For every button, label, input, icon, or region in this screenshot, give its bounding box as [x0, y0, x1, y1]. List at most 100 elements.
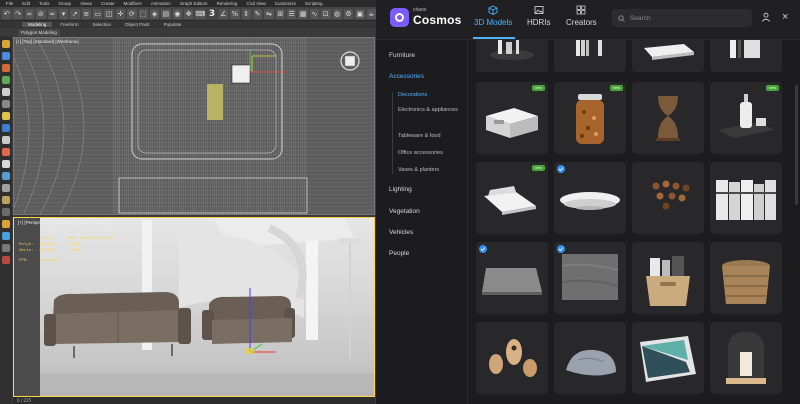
asset-card-hourglass[interactable]	[632, 82, 704, 154]
select-by-name-icon[interactable]: ≡	[81, 8, 91, 19]
schematic-icon[interactable]: ⊡	[321, 8, 331, 19]
redo-icon[interactable]: ↷	[13, 8, 23, 19]
close-icon[interactable]: ×	[782, 12, 788, 23]
asset-card-book-stack[interactable]	[632, 40, 704, 72]
asset-card-bean-bag[interactable]	[554, 322, 626, 394]
menu-create[interactable]: Create	[101, 1, 115, 6]
spinner-snap-icon[interactable]: ⇕	[241, 8, 251, 19]
chaos-cosmos-icon[interactable]	[2, 232, 10, 240]
menu-scripting[interactable]: Scripting	[305, 1, 323, 6]
named-sets-icon[interactable]: ✎	[252, 8, 263, 19]
sidebar-item-furniture[interactable]: Furniture	[389, 52, 415, 59]
curve-editor-icon[interactable]: ∿	[309, 8, 320, 19]
render-setup-icon[interactable]: ⚙	[343, 8, 354, 19]
undo-icon[interactable]: ↶	[2, 8, 12, 19]
sidebar-subitem-electronics[interactable]: Electronics & appliances	[398, 107, 466, 114]
sidebar-subitem-tableware[interactable]: Tableware & food	[398, 133, 466, 140]
shape-icon[interactable]	[2, 172, 10, 180]
light-icon[interactable]	[2, 112, 10, 120]
menu-modifiers[interactable]: Modifiers	[124, 1, 142, 6]
select-icon[interactable]: ➚	[70, 8, 80, 19]
menu-graph-editors[interactable]: Graph Editors	[180, 1, 208, 6]
menu-customize[interactable]: Customize	[275, 1, 296, 6]
sidebar-item-people[interactable]: People	[389, 250, 409, 257]
hierarchy-icon[interactable]	[2, 64, 10, 72]
asset-card-box-set[interactable]: new	[476, 82, 548, 154]
place-icon[interactable]: ◈	[149, 8, 160, 19]
material-editor-icon[interactable]: ◍	[332, 8, 342, 19]
menu-views[interactable]: Views	[80, 1, 92, 6]
pivot-icon[interactable]: ◉	[172, 8, 182, 19]
angle-snap-icon[interactable]: ∠	[218, 8, 229, 19]
helper-icon[interactable]	[2, 136, 10, 144]
asset-card-cushion[interactable]	[632, 322, 704, 394]
asset-card-candle-dome[interactable]	[710, 322, 782, 394]
asset-card-stone-slab[interactable]	[554, 242, 626, 314]
rotate-icon[interactable]: ⟳	[127, 8, 137, 19]
user-icon[interactable]	[761, 12, 771, 22]
search-box[interactable]	[612, 9, 752, 27]
particle-icon[interactable]	[2, 196, 10, 204]
ribbon-tab-freeform[interactable]: Freeform	[54, 22, 84, 27]
asset-card-white-plate[interactable]	[554, 162, 626, 234]
asset-card-wood-figures[interactable]	[476, 322, 548, 394]
asset-card-wicker-basket[interactable]	[710, 242, 782, 314]
ribbon-tab-object-paint[interactable]: Object Paint	[119, 22, 156, 27]
vray-icon[interactable]	[2, 220, 10, 228]
render-history-icon[interactable]	[2, 256, 10, 264]
scale-icon[interactable]: ⬚	[138, 8, 148, 19]
search-input[interactable]	[630, 14, 740, 22]
rect-select-icon[interactable]: ▭	[93, 8, 103, 19]
modify-icon[interactable]	[2, 52, 10, 60]
menu-group[interactable]: Group	[59, 1, 72, 6]
menu-civil-view[interactable]: Civil View	[246, 1, 265, 6]
menu-animation[interactable]: Animation	[151, 1, 171, 6]
snap-toggle-3d[interactable]: 3	[207, 9, 216, 19]
tab-3d-models[interactable]: 3D Models	[474, 5, 512, 27]
layer-icon[interactable]: ☰	[287, 8, 297, 19]
move-icon[interactable]: ✛	[115, 8, 126, 19]
ribbon-tab-selection[interactable]: Selection	[87, 22, 118, 27]
asset-card-wood-balls[interactable]	[632, 162, 704, 234]
menu-edit[interactable]: Edit	[22, 1, 30, 6]
utilities-icon[interactable]	[2, 100, 10, 108]
asset-card-glass-tray[interactable]	[476, 242, 548, 314]
perspective-viewport[interactable]: [+] [Perspective] [Standard] [Default Sh…	[13, 217, 375, 397]
selection-filter-icon[interactable]: ▾	[58, 8, 69, 19]
scene-converter-icon[interactable]	[2, 244, 10, 252]
camera-icon[interactable]	[2, 124, 10, 132]
keyboard-shortcut-icon[interactable]: ⌨	[195, 8, 205, 19]
asset-card-soap-tray[interactable]: new	[710, 82, 782, 154]
sidebar-subitem-office[interactable]: Office accessories	[398, 150, 466, 157]
align-icon[interactable]: ⊞	[275, 8, 285, 19]
ribbon-tab-populate[interactable]: Populate	[158, 22, 188, 27]
window-crossing-icon[interactable]: ◫	[104, 8, 114, 19]
asset-card-books-stand[interactable]	[554, 40, 626, 72]
top-viewport-label[interactable]: [+] [Top] [Standard] [Wireframe]	[16, 39, 79, 44]
bind-icon[interactable]: ≈	[47, 8, 57, 19]
compound-icon[interactable]	[2, 208, 10, 216]
scene-explorer-icon[interactable]: ▦	[298, 8, 308, 19]
top-viewport[interactable]: [+] [Top] [Standard] [Wireframe]	[13, 37, 375, 215]
sidebar-item-lighting[interactable]: Lighting	[389, 186, 412, 193]
polygon-modeling-label[interactable]: Polygon Modeling	[18, 29, 60, 36]
link-icon[interactable]: ∞	[24, 8, 35, 19]
ribbon-tab-modeling[interactable]: Modeling	[22, 22, 53, 27]
asset-card-book-row[interactable]	[710, 40, 782, 72]
asset-card-decor-bowl[interactable]	[476, 40, 548, 72]
menu-tools[interactable]: Tools	[39, 1, 50, 6]
asset-card-book-set[interactable]	[710, 162, 782, 234]
percent-snap-icon[interactable]: %	[230, 8, 240, 19]
sidebar-item-accessories[interactable]: Accessories	[389, 73, 424, 80]
ref-coord-icon[interactable]: ▤	[161, 8, 171, 19]
render-icon[interactable]: ☕	[366, 8, 376, 19]
render-frame-icon[interactable]: ▣	[355, 8, 365, 19]
display-icon[interactable]	[2, 88, 10, 96]
asset-card-magazines[interactable]: new	[476, 162, 548, 234]
perspective-viewport-label[interactable]: [+] [Perspective] [Standard] [Default Sh…	[18, 220, 108, 225]
grid-scrollbar[interactable]	[795, 85, 798, 205]
sidebar-subitem-decorations[interactable]: Decorations	[398, 92, 466, 99]
manipulate-icon[interactable]: ✥	[184, 8, 194, 19]
spacewarp-icon[interactable]	[2, 148, 10, 156]
system-icon[interactable]	[2, 160, 10, 168]
